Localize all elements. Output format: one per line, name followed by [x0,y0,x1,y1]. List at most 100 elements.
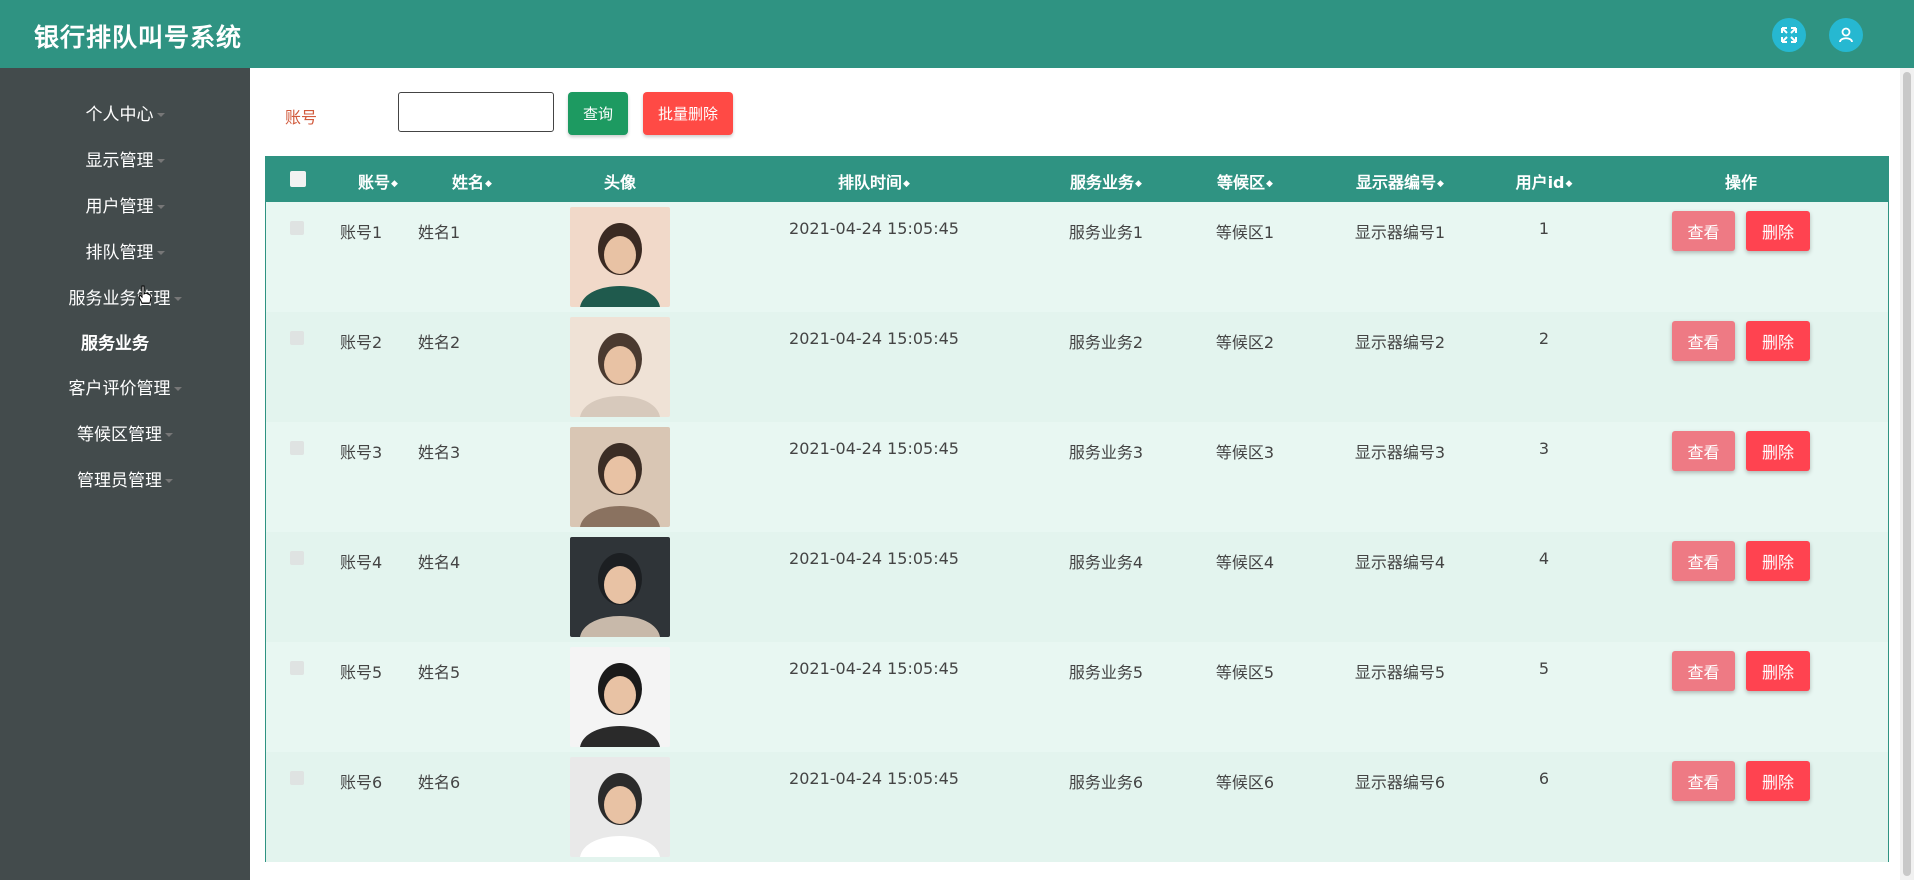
cell-service: 服务业务2 [1068,333,1144,352]
avatar-image [570,757,670,857]
row-checkbox[interactable] [290,441,304,455]
view-button[interactable]: 查看 [1672,761,1735,801]
column-header-user-id[interactable]: 用户id◆ [1516,169,1573,193]
column-header-label: 操作 [1724,173,1758,192]
column-header-account[interactable]: 账号◆ [358,169,398,193]
cell-queue-time: 2021-04-24 15:05:45 [789,439,959,458]
fullscreen-icon[interactable] [1772,18,1806,52]
avatar-image [570,537,670,637]
avatar-photo [570,317,670,417]
column-header-queue-time[interactable]: 排队时间◆ [838,169,910,193]
cell-queue-time: 2021-04-24 15:05:45 [789,549,959,568]
cell-queue-time: 2021-04-24 15:05:45 [789,329,959,348]
sidebar-item-service-management[interactable]: 服务业务管理 [0,284,250,309]
cell-waiting-area: 等候区2 [1215,333,1275,352]
cell-user-id: 6 [1538,769,1550,788]
user-icon[interactable] [1829,18,1863,52]
cell-user-id: 1 [1538,219,1550,238]
cell-display-number: 显示器编号1 [1354,223,1446,242]
delete-button[interactable]: 删除 [1746,651,1810,691]
sidebar-item-queue-management[interactable]: 排队管理 [0,238,250,263]
table-row[interactable]: 账号5 姓名5 2021-04-24 15:05:45 服务业务5 等候区5 显示器编号5… [266,642,1888,752]
cell-account: 账号2 [340,333,383,352]
column-header-name[interactable]: 姓名◆ [452,169,492,193]
view-button[interactable]: 查看 [1672,651,1735,691]
delete-button[interactable]: 删除 [1746,761,1810,801]
sidebar-item-display-management[interactable]: 显示管理 [0,146,250,171]
avatar-photo [570,537,670,637]
cell-service: 服务业务1 [1068,223,1144,242]
table-row[interactable]: 账号2 姓名2 2021-04-24 15:05:45 服务业务2 等候区2 显示器编号2… [266,312,1888,422]
sidebar-item-label: 排队管理 [85,243,154,263]
cell-account: 账号3 [340,443,383,462]
column-header-service[interactable]: 服务业务◆ [1070,169,1142,193]
batch-delete-button[interactable]: 批量删除 [643,92,733,135]
cell-account: 账号6 [340,773,383,792]
cell-display-number: 显示器编号5 [1354,663,1446,682]
row-checkbox[interactable] [290,221,304,235]
table-row[interactable]: 账号3 姓名3 2021-04-24 15:05:45 服务业务3 等候区3 显示器编号3… [266,422,1888,532]
sidebar-item-user-management[interactable]: 用户管理 [0,192,250,217]
view-button[interactable]: 查看 [1672,431,1735,471]
caret-down-icon [173,297,182,301]
top-header-bar: 银行排队叫号系统 [0,0,1914,68]
sidebar-item-personal-center[interactable]: 个人中心 [0,100,250,125]
sort-icon: ◆ [1135,178,1142,189]
table-row[interactable]: 账号4 姓名4 2021-04-24 15:05:45 服务业务4 等候区4 显示器编号4… [266,532,1888,642]
cell-user-id: 2 [1538,329,1550,348]
avatar-image [570,317,670,417]
cell-account: 账号5 [340,663,383,682]
delete-button[interactable]: 删除 [1746,431,1810,471]
sidebar-item-waiting-area-management[interactable]: 等候区管理 [0,420,250,445]
sidebar-subitem-service[interactable]: 服务业务 [0,329,240,354]
view-button[interactable]: 查看 [1672,211,1735,251]
scrollbar-thumb[interactable] [1903,72,1911,876]
delete-button[interactable]: 删除 [1746,321,1810,361]
account-search-input[interactable] [398,92,554,132]
cell-name: 姓名4 [418,553,461,572]
caret-down-icon [165,479,173,483]
cell-service: 服务业务3 [1068,443,1144,462]
sidebar-item-label: 显示管理 [85,151,154,171]
cell-display-number: 显示器编号2 [1354,333,1446,352]
vertical-scrollbar[interactable] [1900,68,1914,880]
query-button[interactable]: 查询 [568,92,628,135]
column-header-display-number[interactable]: 显示器编号◆ [1356,169,1444,193]
sidebar-item-admin-management[interactable]: 管理员管理 [0,466,250,491]
column-header-label: 排队时间 [838,173,903,192]
cell-service: 服务业务5 [1068,663,1144,682]
avatar-photo [570,757,670,857]
sidebar-item-customer-review-management[interactable]: 客户评价管理 [0,374,250,399]
row-checkbox[interactable] [290,551,304,565]
cell-account: 账号4 [340,553,383,572]
view-button[interactable]: 查看 [1672,321,1735,361]
cell-waiting-area: 等候区1 [1215,223,1275,242]
column-header-actions: 操作 [1725,169,1757,193]
table-row[interactable]: 账号1 姓名1 2021-04-24 15:05:45 服务业务1 等候区1 显示器编号1… [266,202,1888,312]
caret-down-icon [173,387,182,391]
delete-button[interactable]: 删除 [1746,541,1810,581]
cell-queue-time: 2021-04-24 15:05:45 [789,769,959,788]
avatar-photo [570,427,670,527]
row-checkbox[interactable] [290,771,304,785]
table-row[interactable]: 账号6 姓名6 2021-04-24 15:05:45 服务业务6 等候区6 显示器编号6… [266,752,1888,862]
fullscreen-icon-glyph [1781,27,1797,43]
cell-name: 姓名1 [418,223,461,242]
column-header-waiting-area[interactable]: 等候区◆ [1217,169,1273,193]
row-checkbox[interactable] [290,661,304,675]
caret-down-icon [156,159,165,163]
select-all-checkbox[interactable] [290,171,306,187]
cell-queue-time: 2021-04-24 15:05:45 [789,219,959,238]
user-icon-glyph [1839,27,1853,43]
cell-name: 姓名2 [418,333,461,352]
row-checkbox[interactable] [290,331,304,345]
cell-waiting-area: 等候区6 [1215,773,1275,792]
sort-icon: ◆ [1565,178,1573,189]
sidebar-item-label: 等候区管理 [77,425,162,445]
view-button[interactable]: 查看 [1672,541,1735,581]
sort-icon: ◆ [485,178,492,189]
cell-user-id: 5 [1538,659,1550,678]
delete-button[interactable]: 删除 [1746,211,1810,251]
cell-user-id: 4 [1538,549,1550,568]
sort-icon: ◆ [1266,178,1273,189]
